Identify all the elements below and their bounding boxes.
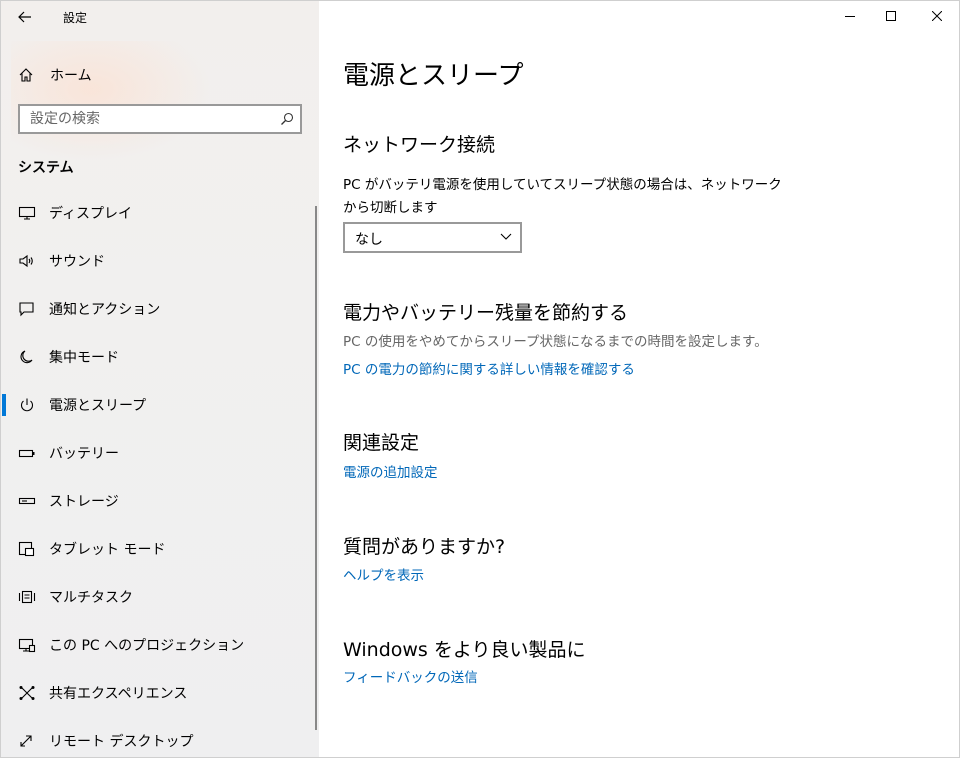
sidebar-item-remote-desktop[interactable]: リモート デスクトップ <box>2 719 318 757</box>
power-icon <box>21 398 33 412</box>
sidebar-item-label: ディスプレイ <box>49 206 133 222</box>
sidebar-item-label: ストレージ <box>49 494 119 510</box>
sidebar-item-label: リモート デスクトップ <box>49 734 194 750</box>
help-heading: 質問がありますか? <box>343 536 506 558</box>
sidebar-item-projection[interactable]: この PC へのプロジェクション <box>2 623 318 667</box>
tablet-icon <box>18 541 35 557</box>
sidebar-item-power-sleep[interactable]: 電源とスリープ <box>2 383 318 427</box>
save-heading: 電力やバッテリー残量を節約する <box>343 302 629 324</box>
maximize-button[interactable] <box>868 0 914 32</box>
search-icon[interactable] <box>280 112 294 126</box>
app-title: 設定 <box>63 11 88 25</box>
back-button[interactable] <box>11 4 39 30</box>
projection-icon <box>18 638 36 653</box>
minimize-button[interactable] <box>827 0 873 32</box>
home-icon <box>19 68 33 82</box>
feedback-heading: Windows をより良い製品に <box>343 639 586 661</box>
network-description: PC がバッテリ電源を使用していてスリープ状態の場合は、ネットワークから切断しま… <box>343 177 782 216</box>
additional-power-settings-link[interactable]: 電源の追加設定 <box>343 461 438 481</box>
storage-icon <box>18 497 36 505</box>
sidebar-item-label: この PC へのプロジェクション <box>49 638 245 654</box>
sidebar-item-label: 通知とアクション <box>49 302 161 318</box>
dropdown-value: なし <box>355 232 383 248</box>
sidebar-item-focus[interactable]: 集中モード <box>2 335 318 379</box>
sidebar-item-label: 共有エクスペリエンス <box>49 686 188 702</box>
sidebar-item-multitask[interactable]: マルチタスク <box>2 575 318 619</box>
close-button[interactable] <box>914 0 960 32</box>
title-bar: 設定 <box>1 1 319 33</box>
network-dropdown[interactable]: なし <box>343 222 522 253</box>
sidebar-item-shared[interactable]: 共有エクスペリエンス <box>2 671 318 715</box>
sidebar-item-storage[interactable]: ストレージ <box>2 479 318 523</box>
multitask-icon <box>18 590 36 604</box>
battery-icon <box>18 449 35 458</box>
shared-icon <box>19 686 35 700</box>
sidebar-item-home[interactable]: ホーム <box>2 59 318 91</box>
sidebar-item-label: タブレット モード <box>49 542 166 558</box>
chevron-down-icon <box>500 233 512 240</box>
sidebar-item-label: ホーム <box>50 68 92 84</box>
remote-desktop-icon <box>20 735 32 747</box>
speaker-icon <box>19 254 33 268</box>
sidebar-item-display[interactable]: ディスプレイ <box>2 191 318 235</box>
sidebar-item-battery[interactable]: バッテリー <box>2 431 318 475</box>
sidebar-item-sound[interactable]: サウンド <box>2 239 318 283</box>
sidebar-item-label: サウンド <box>49 254 105 270</box>
display-icon <box>18 206 36 220</box>
close-icon <box>932 11 942 21</box>
related-heading: 関連設定 <box>343 432 420 454</box>
selection-indicator <box>2 394 6 416</box>
section-label: システム <box>18 160 74 176</box>
minimize-icon <box>845 16 855 17</box>
sidebar-item-label: マルチタスク <box>49 590 133 606</box>
notification-icon <box>19 302 34 317</box>
sidebar-item-label: バッテリー <box>49 446 119 462</box>
moon-icon <box>20 350 33 364</box>
back-arrow-icon <box>18 11 31 23</box>
sidebar-item-label: 電源とスリープ <box>49 398 147 414</box>
network-heading: ネットワーク接続 <box>343 134 496 156</box>
sidebar: 設定 ホーム システム ディスプレイ サウンド 通知とアクション <box>1 1 319 757</box>
sidebar-item-label: 集中モード <box>49 350 119 366</box>
save-description: PC の使用をやめてからスリープ状態になるまでの時間を設定します。 <box>343 334 768 350</box>
maximize-icon <box>886 11 896 21</box>
sidebar-scrollbar[interactable] <box>315 206 317 730</box>
search-input[interactable] <box>20 106 280 132</box>
search-box[interactable] <box>18 104 302 134</box>
sidebar-item-notifications[interactable]: 通知とアクション <box>2 287 318 331</box>
main-content: 電源とスリープ ネットワーク接続 PC がバッテリ電源を使用していてスリープ状態… <box>319 0 960 758</box>
send-feedback-link[interactable]: フィードバックの送信 <box>343 666 478 686</box>
get-help-link[interactable]: ヘルプを表示 <box>343 564 424 584</box>
power-saving-info-link[interactable]: PC の電力の節約に関する詳しい情報を確認する <box>343 358 635 378</box>
sidebar-item-tablet[interactable]: タブレット モード <box>2 527 318 571</box>
page-title: 電源とスリープ <box>343 61 524 91</box>
